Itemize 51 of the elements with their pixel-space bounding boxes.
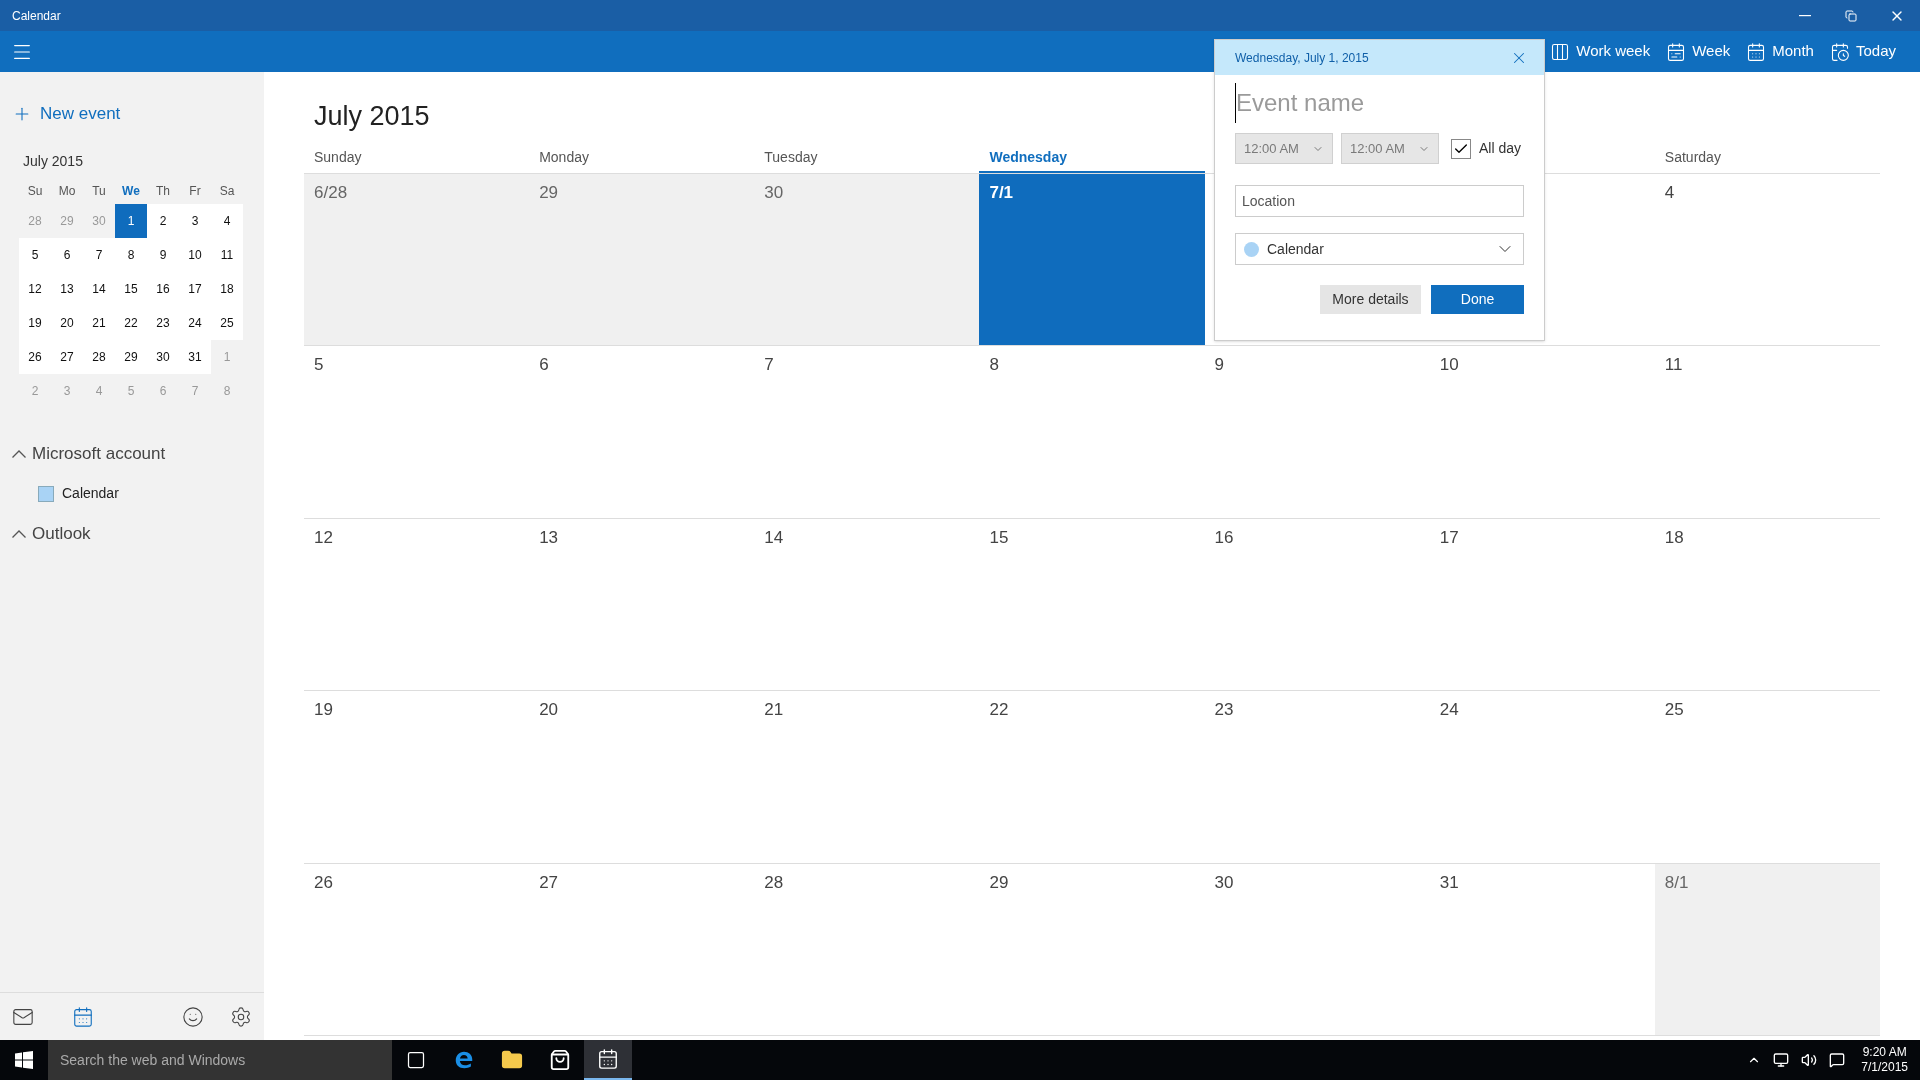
day-number: 7/1 [989, 182, 1014, 202]
day-number: 31 [1439, 872, 1459, 892]
weekday-label: Tu [91, 182, 107, 200]
weekday-label: We [121, 182, 141, 200]
calendar-label: Calendar [1267, 239, 1325, 259]
day-number: 8 [989, 355, 999, 374]
weekday-header: Wednesday [989, 148, 1067, 167]
month-title: July 2015 [314, 100, 430, 133]
day-number: 21 [764, 700, 784, 719]
weekday-header: Monday [539, 148, 589, 167]
day-number: 4 [1664, 182, 1675, 202]
day-number: 13 [539, 527, 559, 547]
day-number: 8/1 [1664, 872, 1689, 892]
day-number: 28 [764, 872, 784, 892]
day-number: 30 [1214, 872, 1234, 892]
day-number: 9 [1214, 355, 1225, 374]
day-number: 27 [539, 872, 559, 892]
day-number: 25 [1664, 700, 1684, 719]
window-title: Calendar [12, 7, 61, 25]
popup-date: Wednesday, July 1, 2015 [1235, 49, 1369, 67]
day-number: 6 [539, 355, 549, 374]
all-day-label: All day [1479, 139, 1522, 158]
weekday-header: Tuesday [764, 148, 818, 167]
day-number: 29 [989, 872, 1009, 892]
day-number: 23 [1214, 700, 1234, 719]
day-number: 17 [1439, 527, 1459, 547]
weekday-label: Su [26, 182, 44, 200]
day-number: 24 [1439, 700, 1459, 719]
weekday-label: Sa [218, 182, 236, 200]
weekday-header: Saturday [1664, 148, 1721, 167]
day-number: 30 [764, 182, 784, 202]
day-number: 18 [1664, 527, 1684, 547]
day-number: 29 [539, 182, 559, 202]
weekday-label: Fr [188, 182, 202, 200]
day-number: 6/28 [314, 182, 348, 202]
mini-calendar-title: July 2015 [23, 151, 84, 171]
weekday-header: Sunday [314, 148, 362, 167]
day-number: 10 [1439, 355, 1459, 374]
day-number: 16 [1214, 527, 1234, 547]
weekday-label: Mo [57, 182, 77, 200]
day-number: 7 [764, 355, 774, 374]
day-number: 20 [539, 700, 559, 719]
day-number: 12 [314, 527, 333, 547]
day-number: 15 [989, 527, 1009, 547]
day-number: 14 [764, 527, 784, 547]
weekday-label: Th [155, 182, 171, 200]
day-number: 5 [314, 355, 324, 374]
day-number: 26 [314, 872, 333, 892]
day-number: 19 [314, 700, 333, 719]
day-number: 11 [1664, 355, 1683, 374]
day-number: 22 [989, 700, 1009, 719]
